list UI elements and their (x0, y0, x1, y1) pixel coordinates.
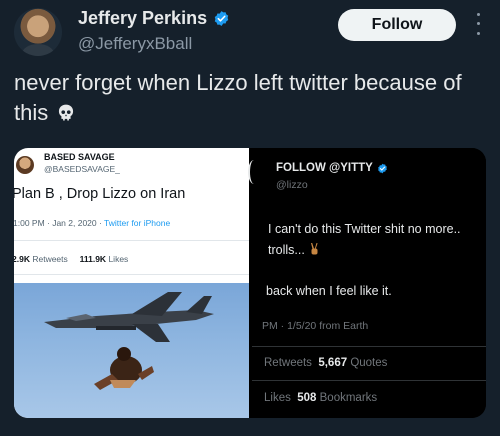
lizzo-likes-bookmarks: Likes 508 Bookmarks (264, 392, 377, 404)
lizzo-tweet-line-2: trolls... (268, 242, 320, 257)
divider (14, 274, 249, 275)
author-handle[interactable]: @JefferyxBball (78, 34, 192, 54)
verified-badge-icon (377, 163, 387, 173)
based-savage-tweet-text: Plan B , Drop Lizzo on Iran (14, 186, 186, 202)
lizzo-tweet-meta: PM · 1/5/20 from Earth (262, 320, 369, 332)
author-avatar[interactable] (14, 8, 62, 56)
bookmarks-label: Bookmarks (319, 392, 378, 404)
based-savage-time: 1:00 PM · Jan 2, 2020 · (14, 218, 105, 228)
tweet-text-content: never forget when Lizzo left twitter bec… (14, 70, 462, 125)
more-options-icon[interactable] (470, 10, 486, 38)
lizzo-name-row: FOLLOW @YITTY (276, 162, 388, 174)
based-savage-source: Twitter for iPhone (104, 218, 171, 228)
retweets-label: Retweets (32, 254, 68, 264)
likes-label: Likes (264, 392, 291, 404)
quotes-label: Quotes (350, 357, 388, 369)
author-name-row[interactable]: Jeffery Perkins (78, 8, 230, 29)
lizzo-display-name: FOLLOW @YITTY (276, 162, 373, 174)
divider (252, 346, 486, 347)
lizzo-tweet-line-2-text: trolls... (268, 243, 305, 257)
based-savage-name: BASED SAVAGE (44, 152, 115, 162)
retweets-count: 2.9K (14, 254, 30, 264)
author-name[interactable]: Jeffery Perkins (78, 8, 207, 29)
bookmarks-count: 508 (297, 392, 317, 404)
right-screenshot: FOLLOW @YITTY @lizzo I can't do this Twi… (248, 148, 486, 418)
likes-count: 111.9K (79, 254, 107, 264)
divider (252, 380, 486, 381)
left-screenshot: BASED SAVAGE @BASEDSAVAGE_ Plan B , Drop… (14, 148, 249, 418)
based-savage-handle: @BASEDSAVAGE_ (44, 164, 120, 174)
skull-icon (59, 104, 74, 121)
fighter-jet-image (44, 292, 214, 342)
cropped-avatar (248, 160, 260, 184)
based-savage-avatar (16, 156, 34, 174)
lizzo-retweets-quotes: Retweets 5,667 Quotes (264, 357, 387, 369)
likes-label: Likes (108, 254, 129, 264)
retweets-label: Retweets (264, 357, 312, 369)
verified-badge-icon (214, 11, 229, 26)
divider (14, 240, 249, 241)
lizzo-tweet-line-1: I can't do this Twitter shit no more.. (268, 222, 461, 236)
lizzo-handle: @lizzo (276, 179, 308, 191)
tweet-media[interactable]: BASED SAVAGE @BASEDSAVAGE_ Plan B , Drop… (14, 148, 486, 418)
victory-hand-icon (311, 243, 318, 255)
tweet-text: never forget when Lizzo left twitter bec… (14, 68, 484, 128)
quotes-count: 5,667 (318, 357, 348, 369)
based-savage-stats: 2.9K Retweets 111.9K Likes (14, 254, 128, 264)
based-savage-meta: 1:00 PM · Jan 2, 2020 · Twitter for iPho… (14, 218, 170, 228)
follow-button[interactable]: Follow (338, 9, 456, 41)
falling-person-image (94, 347, 154, 390)
lizzo-tweet-line-3: back when I feel like it. (266, 284, 392, 298)
